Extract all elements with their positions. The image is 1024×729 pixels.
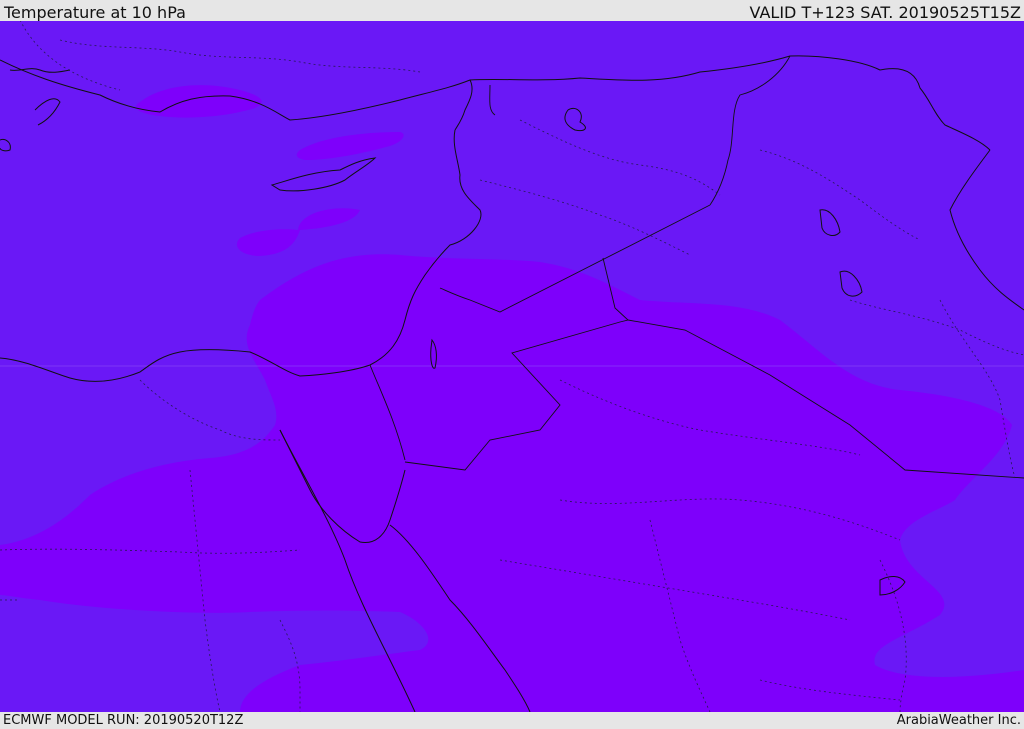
header-bar: Temperature at 10 hPa VALID T+123 SAT. 2… xyxy=(0,0,1024,22)
model-run-label: ECMWF MODEL RUN: 20190520T12Z xyxy=(3,713,244,728)
credit-label: ArabiaWeather Inc. xyxy=(896,713,1021,728)
map-title: Temperature at 10 hPa xyxy=(4,3,186,22)
weather-map xyxy=(0,21,1024,712)
footer-bar: ECMWF MODEL RUN: 20190520T12Z ArabiaWeat… xyxy=(0,712,1024,729)
valid-time: VALID T+123 SAT. 20190525T15Z xyxy=(749,3,1021,22)
map-canvas xyxy=(0,21,1024,712)
